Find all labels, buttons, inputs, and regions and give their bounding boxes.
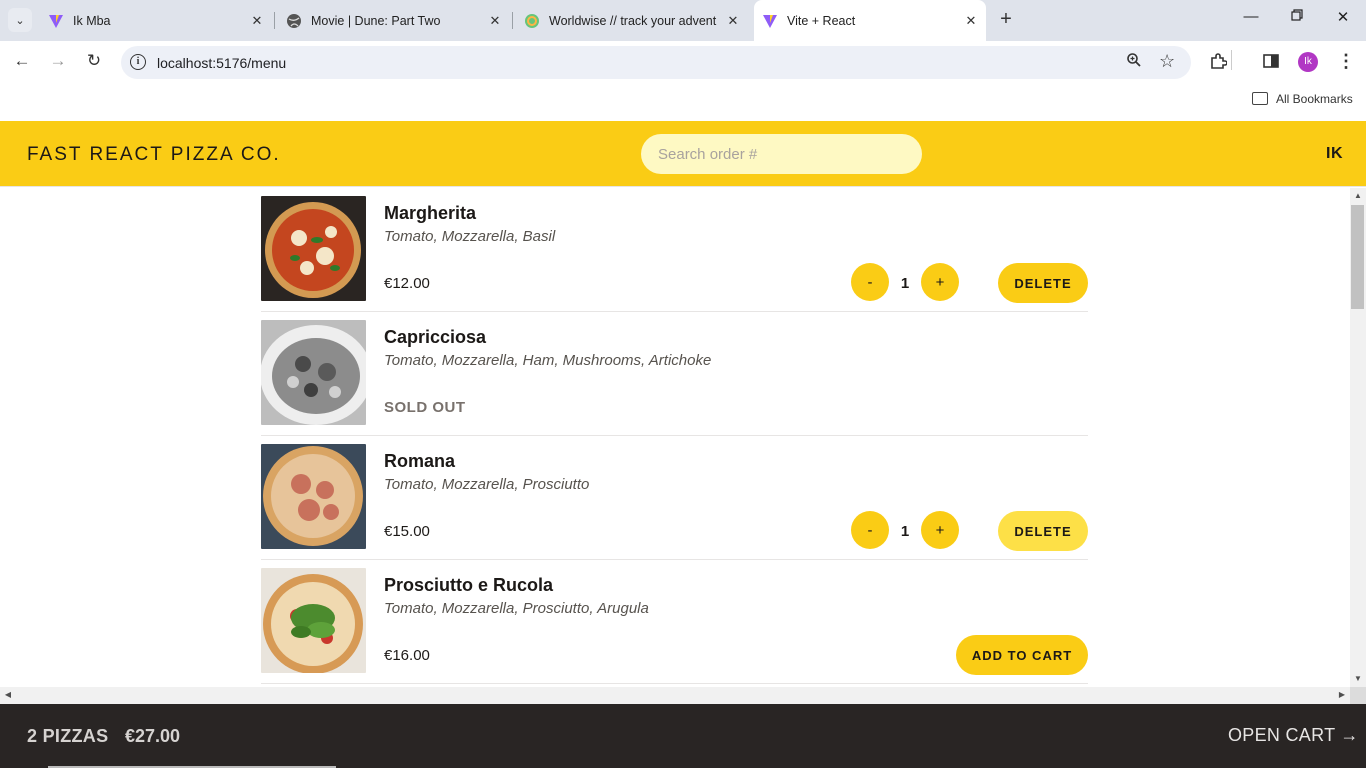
bookmarks-bar: All Bookmarks [0, 84, 1366, 121]
tab-title: Ik Mba [73, 13, 111, 28]
back-icon[interactable]: ← [10, 51, 34, 71]
search-order-input[interactable] [641, 134, 922, 174]
pizza-price: €12.00 [384, 275, 430, 292]
tab-search-button[interactable]: ⌄ [8, 8, 32, 32]
scrollbar-thumb[interactable] [1351, 205, 1364, 309]
sold-out-label: SOLD OUT [384, 399, 466, 416]
menu-item-margherita: Margherita Tomato, Mozzarella, Basil €12… [261, 188, 1088, 312]
restore-icon[interactable] [1287, 8, 1307, 25]
close-icon[interactable]: ✕ [964, 13, 978, 29]
site-info-icon[interactable]: i [130, 54, 146, 70]
browser-menu-icon[interactable]: ⋮ [1337, 51, 1355, 72]
pizza-price: €16.00 [384, 647, 430, 664]
new-tab-icon[interactable]: + [996, 9, 1016, 29]
url-text[interactable]: localhost:5176/menu [157, 55, 286, 71]
vite-icon [762, 13, 778, 29]
pizza-name: Romana [384, 451, 456, 471]
cart-total-price: €27.00 [125, 726, 181, 746]
menu-item-capricciosa: Capricciosa Tomato, Mozzarella, Ham, Mus… [261, 312, 1088, 436]
app-logo[interactable]: FAST REACT PIZZA CO. [27, 144, 281, 166]
scroll-right-icon[interactable]: ▶ [1334, 690, 1350, 699]
decrement-button[interactable]: - [851, 263, 889, 301]
menu-list: Margherita Tomato, Mozzarella, Basil €12… [0, 188, 1350, 687]
close-icon[interactable]: ✕ [250, 13, 264, 29]
username: IK [1326, 145, 1343, 162]
cart-overview: 2 PIZZAS €27.00 OPEN CART → [0, 704, 1366, 768]
tab-movie-dune[interactable]: Movie | Dune: Part Two ✕ [278, 0, 510, 41]
vertical-scrollbar[interactable]: ▲ ▼ [1350, 188, 1366, 687]
scrollbar-corner [1350, 687, 1366, 704]
add-to-cart-button[interactable]: ADD TO CART [956, 635, 1088, 675]
profile-avatar[interactable]: Ik [1298, 52, 1318, 72]
tab-ik-mba[interactable]: Ik Mba ✕ [40, 0, 272, 41]
side-panel-icon[interactable] [1263, 53, 1279, 74]
address-bar[interactable]: i localhost:5176/menu ☆ [121, 46, 1191, 79]
menu-item-romana: Romana Tomato, Mozzarella, Prosciutto €1… [261, 436, 1088, 560]
scroll-down-icon[interactable]: ▼ [1350, 674, 1366, 683]
increment-button[interactable]: + [921, 263, 959, 301]
tab-title: Vite + React [787, 13, 856, 28]
quantity-value: 1 [900, 523, 910, 540]
close-icon[interactable]: ✕ [488, 13, 502, 29]
tab-separator [274, 12, 275, 29]
zoom-icon[interactable] [1126, 52, 1142, 73]
delete-button[interactable]: DELETE [998, 511, 1088, 551]
globe-icon [286, 13, 302, 29]
horizontal-scrollbar[interactable]: ◀ ▶ [0, 687, 1350, 704]
tab-vite-react[interactable]: Vite + React ✕ [754, 0, 986, 41]
pizza-ingredients: Tomato, Mozzarella, Basil [384, 228, 556, 245]
tab-separator [512, 12, 513, 29]
reload-icon[interactable]: ↻ [82, 51, 106, 71]
browser-tab-strip: ⌄ Ik Mba ✕ Movie | Dune: Part Two ✕ Worl… [0, 0, 1366, 41]
close-icon[interactable]: ✕ [726, 13, 740, 29]
tab-title: Movie | Dune: Part Two [311, 13, 441, 28]
increment-button[interactable]: + [921, 511, 959, 549]
scroll-up-icon[interactable]: ▲ [1350, 191, 1366, 200]
extensions-icon[interactable] [1209, 53, 1228, 76]
scroll-left-icon[interactable]: ◀ [0, 690, 16, 699]
vite-icon [48, 13, 64, 29]
pizza-ingredients: Tomato, Mozzarella, Prosciutto, Arugula [384, 600, 649, 617]
forward-icon[interactable]: → [46, 51, 70, 71]
open-cart-link[interactable]: OPEN CART → [1228, 725, 1359, 746]
window-close-icon[interactable]: ✕ [1333, 8, 1353, 26]
minimize-icon[interactable]: — [1241, 8, 1261, 25]
pizza-image [261, 196, 366, 301]
bookmark-star-icon[interactable]: ☆ [1159, 51, 1175, 72]
pizza-name: Capricciosa [384, 327, 487, 347]
menu-item-prosciutto-e-rucola: Prosciutto e Rucola Tomato, Mozzarella, … [261, 560, 1088, 684]
cart-pizza-count: 2 PIZZAS [27, 726, 109, 746]
pizza-name: Prosciutto e Rucola [384, 575, 554, 595]
pizza-image [261, 444, 366, 549]
tab-worldwise[interactable]: Worldwise // track your adventu ✕ [516, 0, 748, 41]
pizza-ingredients: Tomato, Mozzarella, Ham, Mushrooms, Arti… [384, 352, 712, 369]
pizza-image [261, 568, 366, 673]
folder-icon [1252, 92, 1268, 105]
pizza-ingredients: Tomato, Mozzarella, Prosciutto [384, 476, 590, 493]
browser-toolbar: ← → ↻ i localhost:5176/menu ☆ Ik ⋮ [0, 41, 1366, 84]
all-bookmarks-link[interactable]: All Bookmarks [1276, 92, 1353, 106]
quantity-value: 1 [900, 275, 910, 292]
app-header: FAST REACT PIZZA CO. IK [0, 121, 1366, 187]
pizza-price: €15.00 [384, 523, 430, 540]
pizza-image [261, 320, 366, 425]
tab-title: Worldwise // track your adventu [549, 13, 717, 28]
toolbar-divider [1231, 50, 1232, 70]
delete-button[interactable]: DELETE [998, 263, 1088, 303]
pizza-name: Margherita [384, 203, 477, 223]
worldwise-icon [524, 13, 540, 29]
decrement-button[interactable]: - [851, 511, 889, 549]
